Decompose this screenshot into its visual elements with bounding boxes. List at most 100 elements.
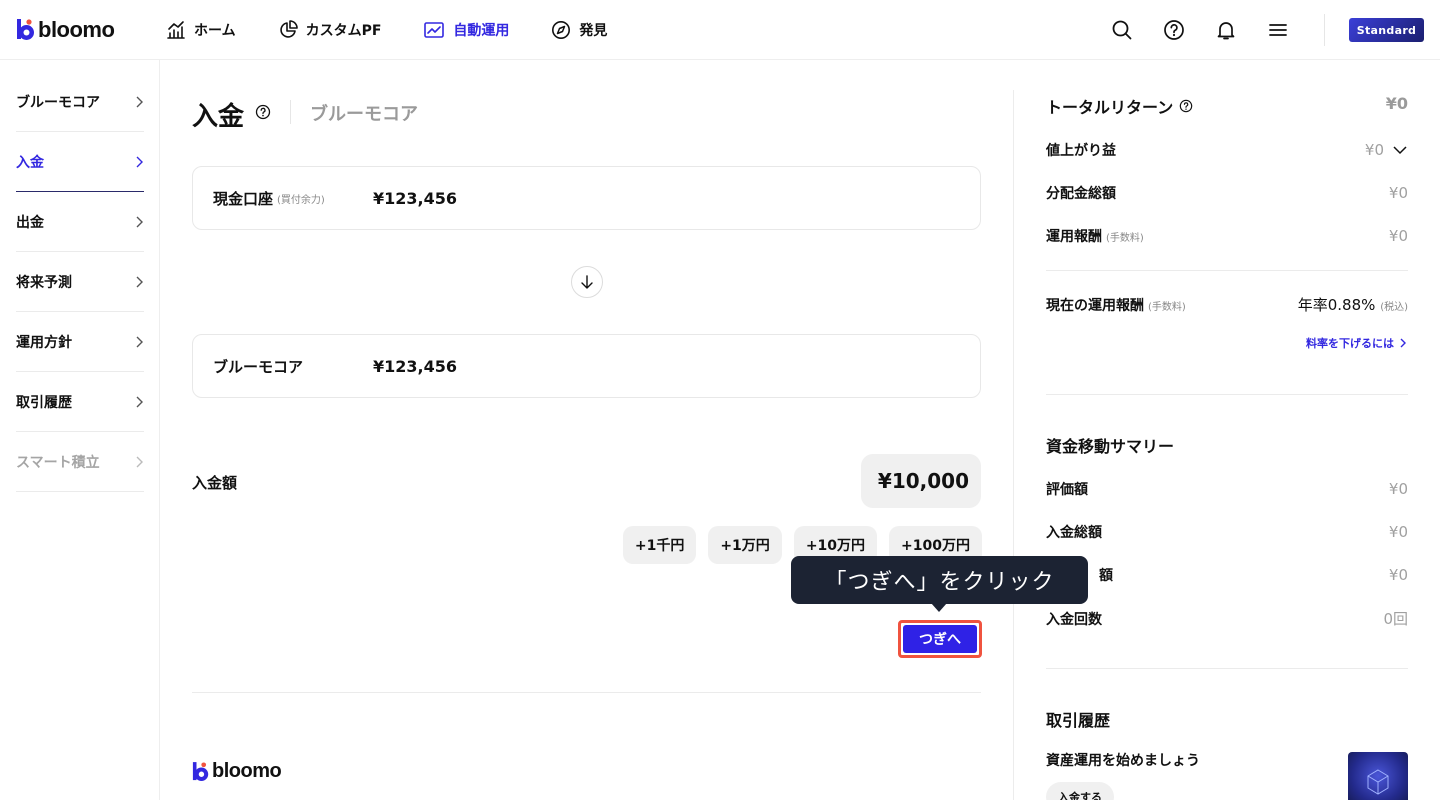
next-button-label: つぎへ: [903, 625, 977, 653]
current-fee-tax: (税込): [1380, 302, 1408, 313]
deposit-count-row: 入金回数 0回: [1046, 608, 1408, 629]
total-return-value: ¥0: [1385, 94, 1408, 113]
dividend-row: 分配金総額 ¥0: [1046, 183, 1408, 203]
guide-tooltip-tail: [931, 603, 947, 612]
page-subtitle: ブルーモコア: [310, 104, 418, 125]
sidebar-item-label: スマート積立: [16, 454, 100, 471]
capital-gain-value-wrap: ¥0: [1365, 141, 1408, 159]
to-account-card: ブルーモコア ¥123,456: [192, 334, 981, 398]
sidebar-item-policy[interactable]: 運用方針: [16, 312, 144, 372]
notifications-button[interactable]: [1200, 0, 1252, 60]
sidebar-item-bloomo-core[interactable]: ブルーモコア: [16, 72, 144, 132]
search-icon: [1112, 20, 1132, 40]
divider: [1046, 394, 1408, 395]
top-header: bloomo ホーム カスタムPF 自動運用 発見 Standard: [0, 0, 1440, 60]
help-icon[interactable]: [1179, 99, 1193, 113]
menu-icon: [1269, 24, 1287, 36]
withdraw-total-value: ¥0: [1388, 566, 1408, 584]
transfer-direction: [571, 266, 603, 298]
current-fee-value-wrap: 年率0.88% (税込): [1298, 294, 1408, 315]
title-divider: [290, 100, 291, 124]
current-fee-value: 年率0.88%: [1297, 296, 1376, 314]
dividend-value: ¥0: [1388, 184, 1408, 202]
history-message: 資産運用を始めましょう: [1046, 753, 1200, 769]
pie-chart-icon: [279, 20, 298, 38]
chevron-right-icon: [136, 396, 143, 407]
to-account-value: ¥123,456: [373, 356, 458, 376]
arrow-down-icon: [581, 275, 593, 289]
sidebar-item-label: 取引履歴: [16, 394, 72, 411]
right-panel-divider: [1013, 90, 1014, 800]
plan-badge[interactable]: Standard: [1349, 18, 1424, 42]
logo-text: bloomo: [38, 17, 115, 42]
footer-logo-text: bloomo: [212, 760, 282, 782]
guide-tooltip: 「つぎへ」をクリック: [791, 556, 1088, 604]
add-10k-button[interactable]: +1万円: [708, 526, 782, 564]
withdraw-total-row: 額 ¥0: [1046, 565, 1408, 585]
to-account-name: ブルーモコア: [213, 357, 304, 376]
help-icon[interactable]: [255, 104, 271, 120]
amount-label: 入金額: [192, 474, 238, 492]
history-title: 取引履歴: [1046, 711, 1111, 730]
sidebar-item-label: ブルーモコア: [16, 94, 100, 111]
summary-title: 資金移動サマリー: [1046, 437, 1175, 456]
dividend-label: 分配金総額: [1046, 186, 1116, 202]
bloomo-logo[interactable]: bloomo: [16, 17, 115, 43]
divider: [1046, 668, 1408, 669]
total-deposit-value: ¥0: [1388, 523, 1408, 541]
deposit-main: 入金 ブルーモコア 現金口座 (買付余力) ¥123,456 ブルーモコア ¥1…: [192, 60, 982, 800]
next-button[interactable]: つぎへ: [898, 620, 982, 658]
menu-button[interactable]: [1252, 0, 1304, 60]
nav-auto-invest[interactable]: 自動運用: [423, 20, 509, 40]
sidebar: ブルーモコア 入金 出金 将来予測 運用方針 取引履歴 スマート積立: [0, 60, 160, 800]
deposit-count-value: 0回: [1383, 610, 1408, 628]
header-divider: [1324, 14, 1325, 46]
nav-home-label: ホーム: [194, 23, 236, 39]
bloomo-logo-mark-icon: [17, 19, 34, 40]
help-icon: [1164, 20, 1184, 40]
chevron-right-icon: [136, 96, 143, 107]
help-button[interactable]: [1148, 0, 1200, 60]
bloomo-logo-mark-icon: [192, 761, 209, 781]
current-fee-row: 現在の運用報酬 (手数料) 年率0.88% (税込): [1046, 294, 1408, 315]
mgmt-fee-label-wrap: 運用報酬 (手数料): [1046, 226, 1144, 246]
main-nav: ホーム カスタムPF 自動運用 発見: [166, 0, 649, 60]
chevron-right-icon: [136, 276, 143, 287]
nav-custom-pf[interactable]: カスタムPF: [278, 20, 382, 40]
from-account-note: (買付余力): [277, 194, 325, 206]
sidebar-item-deposit[interactable]: 入金: [16, 132, 144, 192]
amount-input[interactable]: ¥10,000: [861, 454, 981, 508]
capital-gain-value: ¥0: [1364, 141, 1384, 159]
nav-custom-pf-label: カスタムPF: [305, 23, 382, 39]
sidebar-item-label: 運用方針: [16, 334, 72, 351]
valuation-value: ¥0: [1388, 480, 1408, 498]
cube-icon: [1367, 769, 1389, 795]
nav-discover[interactable]: 発見: [551, 20, 607, 40]
sidebar-item-history[interactable]: 取引履歴: [16, 372, 144, 432]
page-title: 入金: [192, 102, 245, 132]
mgmt-fee-label: 運用報酬: [1046, 229, 1102, 245]
divider: [1046, 270, 1408, 271]
right-panel: トータルリターン ¥0 値上がり益 ¥0 分配金総額 ¥0 運用報酬 (手数料) …: [1046, 60, 1408, 800]
from-account-card: 現金口座 (買付余力) ¥123,456: [192, 166, 981, 230]
add-1k-button[interactable]: +1千円: [622, 526, 697, 564]
search-button[interactable]: [1096, 0, 1148, 60]
total-return-label: トータルリターン: [1046, 98, 1174, 117]
deposit-cta-button[interactable]: 入金する: [1046, 782, 1114, 800]
compass-icon: [552, 21, 571, 39]
header-actions: Standard: [1096, 0, 1440, 60]
nav-home[interactable]: ホーム: [166, 20, 236, 40]
capital-gain-row[interactable]: 値上がり益 ¥0: [1046, 140, 1408, 160]
total-return-title: トータルリターン: [1046, 94, 1193, 118]
mgmt-fee-note: (手数料): [1106, 233, 1144, 244]
sidebar-item-label: 出金: [16, 214, 44, 231]
from-account-value: ¥123,456: [373, 188, 458, 208]
sidebar-item-forecast[interactable]: 将来予測: [16, 252, 144, 312]
sidebar-item-label: 入金: [16, 154, 44, 171]
mgmt-fee-value: ¥0: [1388, 227, 1408, 245]
lower-fee-link-label: 料率を下げるには: [1306, 337, 1394, 350]
lower-fee-link[interactable]: 料率を下げるには: [1306, 335, 1408, 351]
chevron-right-icon: [136, 456, 143, 467]
sidebar-item-withdraw[interactable]: 出金: [16, 192, 144, 252]
from-account-name: 現金口座: [213, 189, 274, 208]
